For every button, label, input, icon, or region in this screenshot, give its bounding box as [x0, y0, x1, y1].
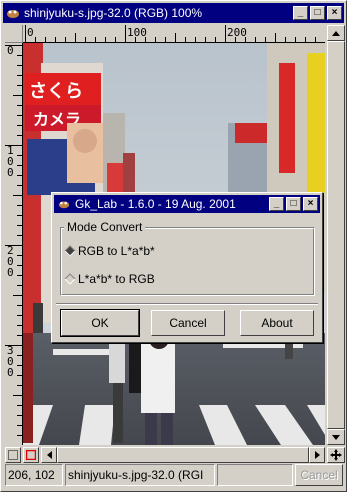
arrow-down-icon	[332, 434, 340, 440]
vruler-label-300: 3 0 0	[7, 344, 14, 379]
close-button[interactable]: ×	[327, 6, 342, 20]
horizontal-ruler[interactable]: 0 100 200	[23, 25, 325, 43]
maximize-icon: □	[314, 7, 321, 18]
horizontal-scrollbar[interactable]	[41, 447, 325, 463]
radio-unselected-icon	[64, 273, 76, 285]
gimp-icon	[7, 10, 19, 18]
dialog-maximize-button[interactable]: □	[286, 197, 301, 211]
quick-mask-icon	[26, 450, 36, 460]
dialog-close-button[interactable]: ×	[303, 197, 318, 211]
status-cancel-button[interactable]: Cancel	[295, 464, 343, 486]
arrow-up-icon	[332, 30, 340, 36]
dialog-minimize-button[interactable]: _	[269, 197, 284, 211]
arrow-left-icon	[46, 451, 52, 459]
vertical-scrollbar[interactable]	[327, 25, 345, 445]
arrow-right-icon	[314, 451, 320, 459]
move-icon	[330, 449, 342, 461]
radio-selected-icon	[64, 245, 76, 257]
about-button[interactable]: About	[240, 310, 314, 336]
horizontal-scroll-thumb[interactable]	[57, 447, 309, 463]
status-filename: shinjyuku-s.jpg-32.0 (RGI	[65, 464, 215, 486]
sakura-sign: さくら	[29, 81, 83, 102]
ruler-corner[interactable]	[5, 25, 23, 43]
gimp-icon	[58, 201, 70, 209]
scroll-up-button[interactable]	[327, 25, 345, 41]
pointer-coordinates: 206, 102	[5, 464, 63, 486]
hruler-label-200: 200	[227, 26, 247, 39]
gk-lab-dialog: Gk_Lab - 1.6.0 - 19 Aug. 2001 _ □ × Mode…	[51, 192, 323, 343]
navigate-button[interactable]	[5, 447, 21, 463]
statusbar: 206, 102 shinjyuku-s.jpg-32.0 (RGI Cance…	[5, 464, 345, 488]
progress-field	[217, 464, 293, 486]
dialog-title: Gk_Lab - 1.6.0 - 19 Aug. 2001	[75, 197, 236, 211]
dialog-titlebar[interactable]: Gk_Lab - 1.6.0 - 19 Aug. 2001 _ □ ×	[54, 195, 320, 213]
hruler-label-0: 0	[27, 26, 34, 39]
cancel-button[interactable]: Cancel	[151, 310, 225, 336]
maximize-button[interactable]: □	[310, 6, 325, 20]
vruler-label-100: 1 0 0	[7, 144, 14, 179]
pan-button[interactable]	[327, 447, 345, 463]
close-icon: ×	[331, 7, 338, 18]
scroll-down-button[interactable]	[327, 429, 345, 445]
scroll-left-button[interactable]	[41, 447, 57, 463]
horizontal-ruler-ticks	[25, 25, 316, 42]
window-titlebar[interactable]: shinjyuku-s.jpg-32.0 (RGB) 100% _ □ ×	[3, 3, 344, 23]
minimize-icon: _	[297, 7, 304, 18]
radio-lab-to-rgb-label: L*a*b* to RGB	[78, 272, 155, 286]
vruler-label-0: 0	[7, 44, 14, 57]
vertical-scroll-thumb[interactable]	[327, 41, 345, 429]
vertical-ruler[interactable]: 0 1 0 0 2 0 0 3 0 0	[5, 43, 23, 445]
radio-rgb-to-lab[interactable]: RGB to L*a*b*	[64, 244, 155, 258]
scroll-right-button[interactable]	[309, 447, 325, 463]
dialog-separator	[56, 303, 318, 305]
hruler-label-100: 100	[127, 26, 147, 39]
radio-rgb-to-lab-label: RGB to L*a*b*	[78, 244, 155, 258]
minimize-icon: _	[273, 198, 280, 209]
minimize-button[interactable]: _	[293, 6, 308, 20]
vruler-label-200: 2 0 0	[7, 244, 14, 279]
maximize-icon: □	[290, 198, 297, 209]
window-title: shinjyuku-s.jpg-32.0 (RGB) 100%	[24, 6, 203, 20]
dotted-frame-icon	[8, 450, 18, 460]
radio-lab-to-rgb[interactable]: L*a*b* to RGB	[64, 272, 155, 286]
close-icon: ×	[307, 198, 314, 209]
ok-button[interactable]: OK	[61, 310, 139, 336]
quick-mask-button[interactable]	[23, 447, 39, 463]
mode-convert-label: Mode Convert	[64, 220, 146, 234]
